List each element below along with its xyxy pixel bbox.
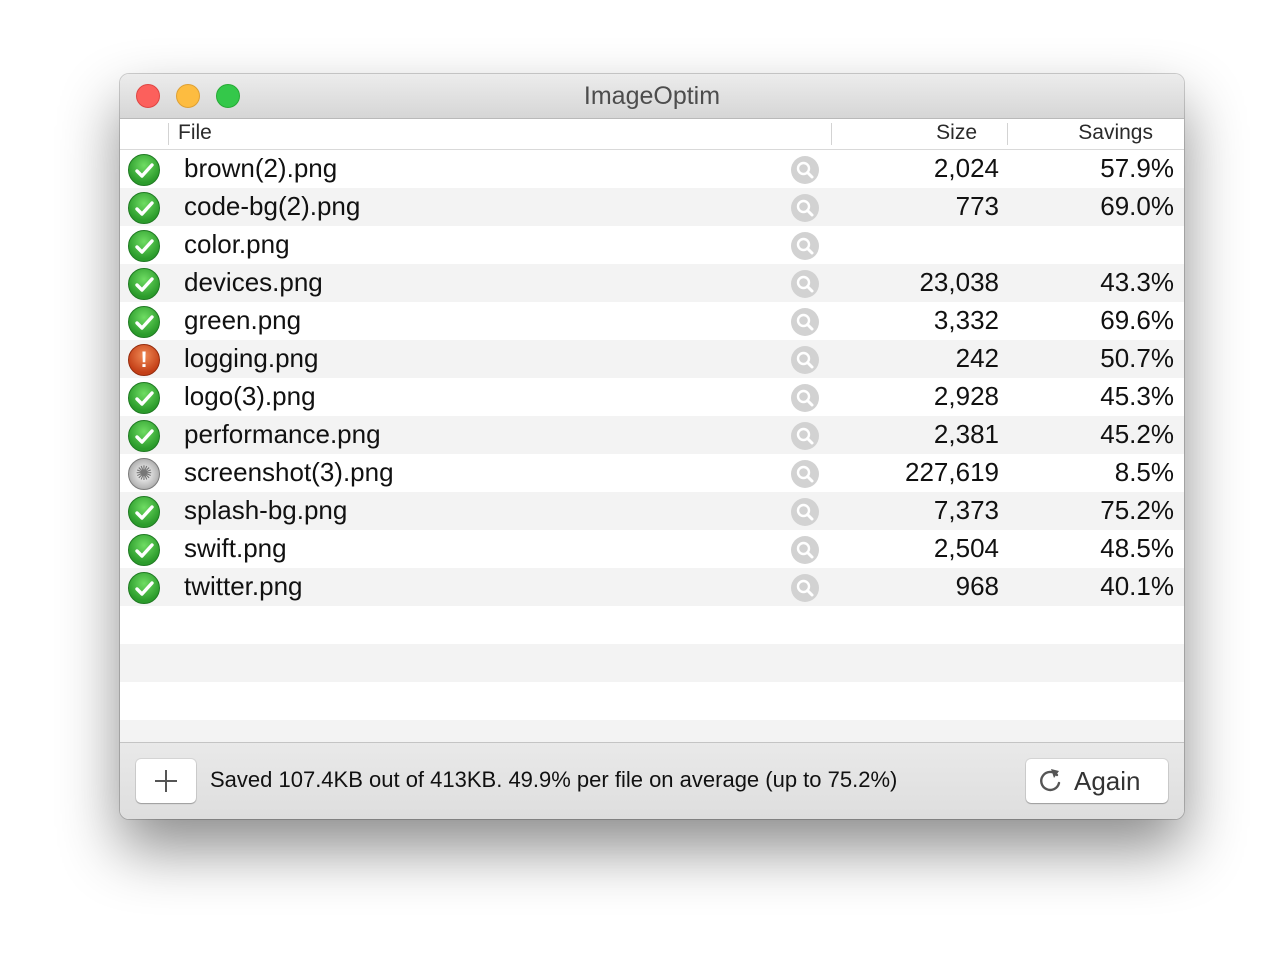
file-size: 2,024 — [933, 153, 999, 183]
column-divider — [1007, 123, 1008, 145]
table-header: File Size Savings — [120, 119, 1184, 150]
file-size: 968 — [955, 571, 999, 601]
file-savings: 69.0% — [1100, 191, 1174, 221]
checkmark-icon — [128, 382, 160, 414]
app-window: ImageOptim File Size Savings brown(2).pn… — [120, 74, 1184, 819]
magnifier-icon[interactable] — [791, 232, 819, 260]
file-name: screenshot(3).png — [184, 457, 394, 487]
column-divider — [831, 123, 832, 145]
file-row[interactable]: brown(2).png 2,024 57.9% — [120, 150, 1184, 188]
file-name: logging.png — [184, 343, 319, 373]
column-header-size[interactable]: Size — [936, 121, 977, 145]
plus-icon — [155, 770, 177, 792]
file-savings: 45.2% — [1100, 419, 1174, 449]
file-size: 2,381 — [933, 419, 999, 449]
magnifier-icon[interactable] — [791, 422, 819, 450]
file-size: 773 — [955, 191, 999, 221]
file-row[interactable]: logo(3).png 2,928 45.3% — [120, 378, 1184, 416]
file-name: splash-bg.png — [184, 495, 348, 525]
title-bar[interactable]: ImageOptim — [120, 74, 1184, 119]
file-size: 227,619 — [905, 457, 999, 487]
magnifier-icon[interactable] — [791, 498, 819, 526]
file-savings: 75.2% — [1100, 495, 1174, 525]
checkmark-icon — [128, 496, 160, 528]
file-size: 242 — [955, 343, 999, 373]
file-row[interactable]: swift.png 2,504 48.5% — [120, 530, 1184, 568]
checkmark-icon — [128, 306, 160, 338]
file-row[interactable]: green.png 3,332 69.6% — [120, 302, 1184, 340]
file-row[interactable]: twitter.png 968 40.1% — [120, 568, 1184, 606]
file-row[interactable]: devices.png 23,038 43.3% — [120, 264, 1184, 302]
file-savings: 57.9% — [1100, 153, 1174, 183]
file-savings: 69.6% — [1100, 305, 1174, 335]
file-name: brown(2).png — [184, 153, 338, 183]
file-size: 7,373 — [933, 495, 999, 525]
file-name: devices.png — [184, 267, 323, 297]
file-name: twitter.png — [184, 571, 303, 601]
spinner-icon: ✺ — [128, 458, 160, 490]
empty-row — [120, 644, 1184, 682]
checkmark-icon — [128, 154, 160, 186]
file-size: 3,332 — [933, 305, 999, 335]
magnifier-icon[interactable] — [791, 384, 819, 412]
magnifier-icon[interactable] — [791, 270, 819, 298]
magnifier-icon[interactable] — [791, 460, 819, 488]
magnifier-icon[interactable] — [791, 194, 819, 222]
column-header-file[interactable]: File — [178, 121, 212, 145]
file-row[interactable]: performance.png 2,381 45.2% — [120, 416, 1184, 454]
empty-row — [120, 682, 1184, 720]
warning-icon: ! — [128, 344, 160, 376]
checkmark-icon — [128, 572, 160, 604]
file-list[interactable]: brown(2).png 2,024 57.9% code-bg(2).png 773 6… — [120, 150, 1184, 758]
file-size: 2,504 — [933, 533, 999, 563]
checkmark-icon — [128, 534, 160, 566]
file-name: performance.png — [184, 419, 381, 449]
file-row[interactable]: ! logging.png 242 50.7% — [120, 340, 1184, 378]
checkmark-icon — [128, 268, 160, 300]
file-size: 23,038 — [919, 267, 999, 297]
checkmark-icon — [128, 192, 160, 224]
refresh-icon — [1040, 769, 1061, 792]
magnifier-icon[interactable] — [791, 156, 819, 184]
bottom-toolbar: Saved 107.4KB out of 413KB. 49.9% per fi… — [120, 742, 1184, 819]
summary-status: Saved 107.4KB out of 413KB. 49.9% per fi… — [210, 767, 898, 792]
add-files-button[interactable] — [136, 759, 196, 803]
file-savings: 43.3% — [1100, 267, 1174, 297]
magnifier-icon[interactable] — [791, 536, 819, 564]
file-name: color.png — [184, 229, 290, 259]
column-divider — [168, 123, 169, 145]
window-title: ImageOptim — [583, 82, 721, 110]
file-name: green.png — [184, 305, 302, 335]
checkmark-icon — [128, 420, 160, 452]
file-name: swift.png — [184, 533, 287, 563]
column-header-savings[interactable]: Savings — [1078, 121, 1153, 145]
again-label: Again — [1074, 766, 1141, 796]
file-size: 2,928 — [933, 381, 999, 411]
file-savings: 45.3% — [1100, 381, 1174, 411]
file-row[interactable]: code-bg(2).png 773 69.0% — [120, 188, 1184, 226]
magnifier-icon[interactable] — [791, 308, 819, 336]
checkmark-icon — [128, 230, 160, 262]
again-button[interactable]: Again — [1026, 759, 1168, 803]
file-savings: 8.5% — [1114, 457, 1174, 487]
file-row[interactable]: ✺ screenshot(3).png 227,619 8.5% — [120, 454, 1184, 492]
file-savings: 48.5% — [1100, 533, 1174, 563]
file-savings: 40.1% — [1100, 571, 1174, 601]
magnifier-icon[interactable] — [791, 346, 819, 374]
empty-row — [120, 606, 1184, 644]
magnifier-icon[interactable] — [791, 574, 819, 602]
file-name: logo(3).png — [184, 381, 316, 411]
file-savings: 50.7% — [1100, 343, 1174, 373]
file-row[interactable]: splash-bg.png 7,373 75.2% — [120, 492, 1184, 530]
file-name: code-bg(2).png — [184, 191, 361, 221]
file-row[interactable]: color.png — [120, 226, 1184, 264]
